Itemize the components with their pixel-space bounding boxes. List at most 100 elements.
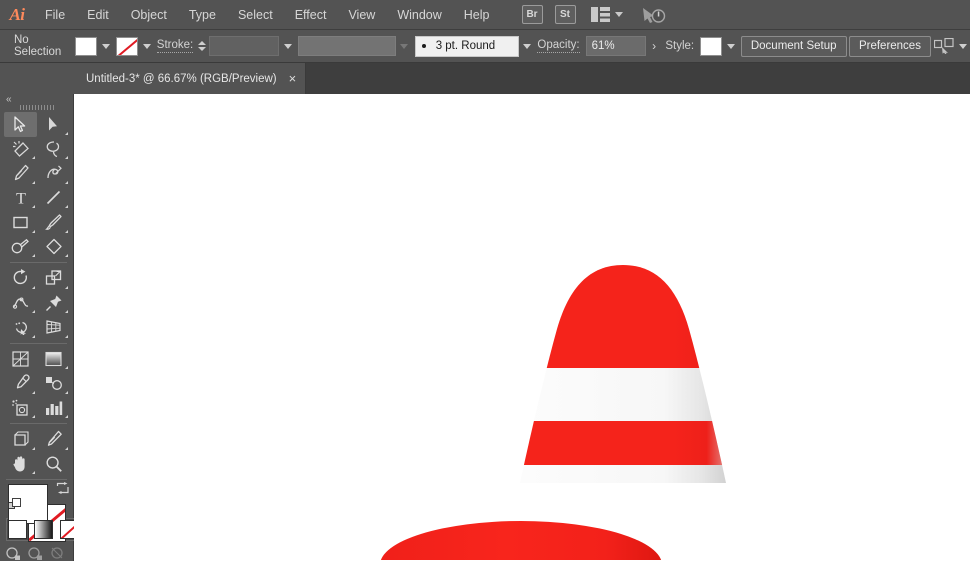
stroke-weight-label[interactable]: Stroke: [156, 39, 194, 53]
toolbox-collapse-button[interactable]: « [0, 94, 73, 105]
arrange-documents-button[interactable] [590, 7, 623, 22]
menu-type[interactable]: Type [178, 0, 227, 30]
stroke-color-control[interactable] [116, 36, 154, 56]
tool-zoom[interactable] [37, 452, 70, 477]
tool-type[interactable]: T [4, 186, 37, 211]
stroke-weight-dropdown-button[interactable] [280, 37, 295, 56]
workspace-switcher-button[interactable] [641, 5, 667, 25]
rotate-icon [13, 269, 27, 285]
opacity-label[interactable]: Opacity: [537, 39, 580, 53]
menu-object[interactable]: Object [120, 0, 178, 30]
tool-eyedropper[interactable] [4, 371, 37, 396]
select-similar-dropdown-button[interactable] [955, 37, 970, 56]
stroke-color-swatch[interactable] [116, 36, 139, 56]
illustrator-window: Ai File Edit Object Type Select Effect V… [0, 0, 970, 561]
tool-column-graph[interactable] [37, 396, 70, 421]
direct-selection-arrow-icon [49, 116, 57, 131]
variable-width-dropdown-button[interactable] [397, 37, 412, 56]
tool-symbol-sprayer[interactable] [4, 396, 37, 421]
tool-hand[interactable] [4, 452, 37, 477]
tool-scale[interactable] [37, 266, 70, 291]
graphic-style-dropdown-button[interactable] [723, 37, 738, 56]
tool-eraser[interactable] [37, 235, 70, 260]
tool-curvature[interactable] [37, 161, 70, 186]
menubar-shortcuts: Br St [517, 5, 667, 25]
gradient-mode-button[interactable] [32, 518, 55, 541]
drawing-mode-inside-icon[interactable] [49, 545, 69, 561]
screen-mode-buttons [5, 545, 73, 561]
stroke-weight-control[interactable] [209, 36, 295, 56]
document-tab[interactable]: Untitled-3* @ 66.67% (RGB/Preview) × [74, 63, 307, 94]
opacity-control[interactable]: 61% › [585, 36, 663, 56]
collapse-chevrons-icon: « [6, 94, 11, 105]
tool-direct-selection[interactable] [37, 112, 70, 137]
svg-text:T: T [16, 191, 26, 207]
brush-definition-field[interactable]: 3 pt. Round [414, 35, 519, 57]
traffic-cone-artwork[interactable] [74, 94, 970, 560]
variable-width-profile-control[interactable] [297, 36, 412, 56]
graphic-style-control[interactable] [700, 36, 738, 56]
fill-swatch[interactable] [75, 36, 98, 56]
menu-effect[interactable]: Effect [284, 0, 338, 30]
tool-rectangle[interactable] [4, 210, 37, 235]
workspace-body: « T [0, 94, 970, 561]
chevron-down-icon [523, 43, 532, 49]
width-tool-icon [12, 297, 29, 309]
close-icon[interactable]: × [289, 72, 297, 85]
tool-gradient[interactable] [37, 347, 70, 372]
tool-free-transform[interactable] [37, 291, 70, 316]
tool-paintbrush[interactable] [37, 210, 70, 235]
menu-select[interactable]: Select [227, 0, 284, 30]
graphic-style-swatch[interactable] [700, 36, 723, 56]
tool-slice[interactable] [37, 427, 70, 452]
fill-control[interactable] [75, 36, 113, 56]
tool-pen[interactable] [4, 161, 37, 186]
opacity-input[interactable]: 61% [585, 36, 646, 56]
column-graph-icon [46, 401, 63, 415]
tool-line-segment[interactable] [37, 186, 70, 211]
tool-magic-wand[interactable] [4, 137, 37, 162]
stroke-weight-stepper[interactable] [198, 41, 207, 51]
variable-width-profile-input[interactable] [297, 36, 396, 56]
select-similar-control[interactable] [934, 37, 970, 56]
tool-blend[interactable] [37, 371, 70, 396]
tool-perspective-grid[interactable] [37, 315, 70, 340]
stroke-weight-input[interactable] [209, 36, 280, 56]
preferences-button[interactable]: Preferences [848, 35, 931, 57]
paintbrush-icon [44, 214, 62, 231]
tool-artboard[interactable] [4, 427, 37, 452]
chevron-down-icon [614, 12, 623, 17]
shape-builder-icon [15, 322, 28, 336]
tool-shape-builder[interactable] [4, 315, 37, 340]
bridge-icon[interactable]: Br [521, 5, 543, 24]
menu-view[interactable]: View [337, 0, 386, 30]
opacity-options-button[interactable]: › [646, 36, 663, 56]
drawing-mode-behind-icon[interactable] [27, 545, 47, 561]
menu-edit[interactable]: Edit [76, 0, 120, 30]
default-fill-stroke-button[interactable] [8, 498, 22, 517]
shaper-pencil-icon [11, 238, 29, 254]
type-icon: T [16, 191, 26, 207]
tool-shaper[interactable] [4, 235, 37, 260]
tool-rotate[interactable] [4, 266, 37, 291]
tool-width[interactable] [4, 291, 37, 316]
tool-lasso[interactable] [37, 137, 70, 162]
stroke-color-dropdown-button[interactable] [139, 37, 154, 56]
cone-base-top [380, 521, 662, 560]
menu-window[interactable]: Window [386, 0, 452, 30]
drawing-mode-normal-icon[interactable] [5, 545, 25, 561]
color-mode-button[interactable] [6, 518, 29, 541]
tool-selection[interactable] [4, 112, 37, 137]
tool-mesh[interactable] [4, 347, 37, 372]
brush-definition-control[interactable]: 3 pt. Round [414, 35, 535, 57]
swap-fill-stroke-button[interactable] [56, 482, 70, 500]
stock-icon[interactable]: St [554, 5, 576, 24]
canvas-area[interactable] [74, 94, 970, 561]
document-setup-button[interactable]: Document Setup [740, 35, 847, 57]
brush-definition-dropdown-button[interactable] [520, 37, 535, 56]
menu-file[interactable]: File [34, 0, 76, 30]
fill-dropdown-button[interactable] [98, 37, 113, 56]
menu-help[interactable]: Help [453, 0, 501, 30]
lasso-icon [46, 141, 59, 157]
app-logo-icon: Ai [9, 4, 25, 24]
